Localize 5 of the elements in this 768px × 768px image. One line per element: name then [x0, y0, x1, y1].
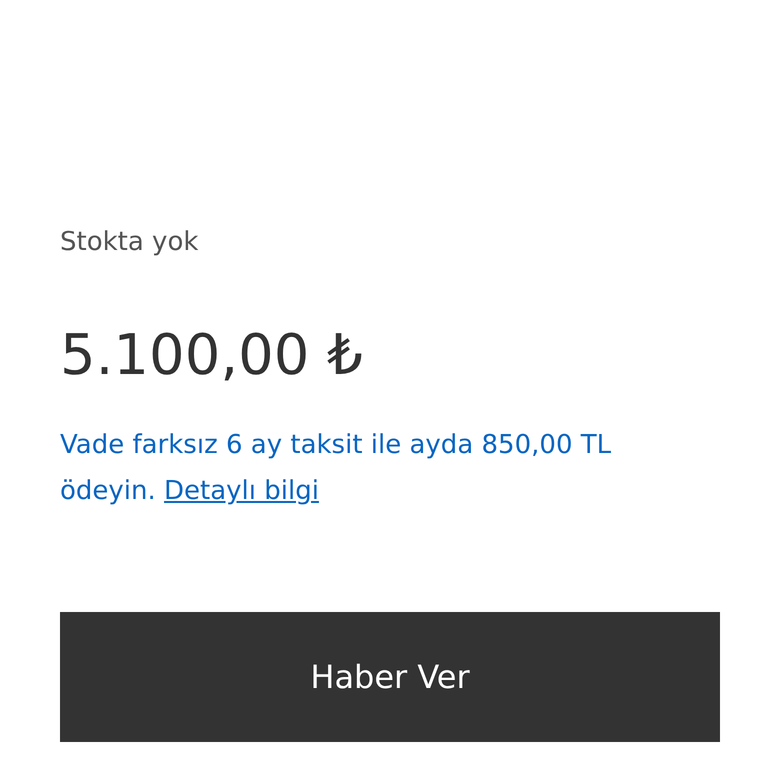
notify-button[interactable]: Haber Ver [60, 612, 720, 742]
stock-status: Stokta yok [60, 226, 198, 259]
installment-info: Vade farksız 6 ay taksit ile ayda 850,00 TL ödeyin. Detaylı bilgi [60, 429, 612, 508]
details-link[interactable]: Detaylı bilgi [164, 476, 319, 506]
price: 5.100,00 ₺ [60, 324, 363, 388]
